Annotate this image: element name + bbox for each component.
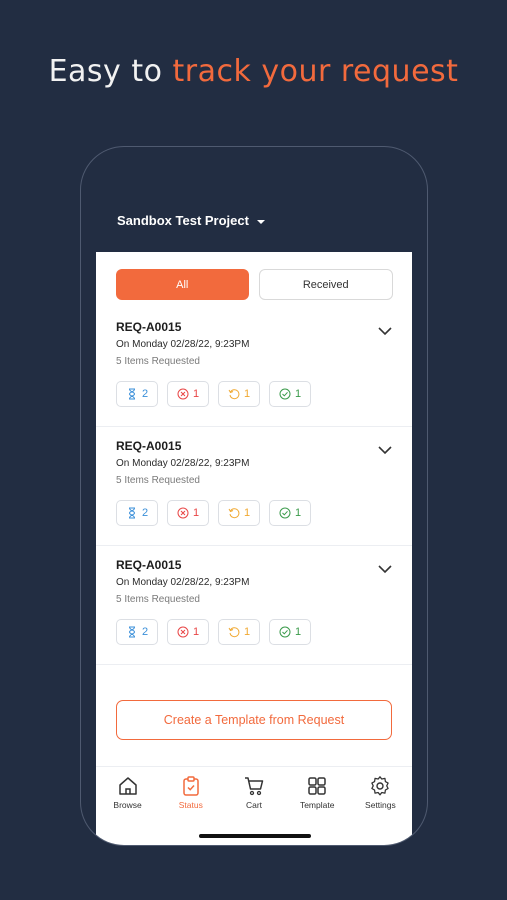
x-circle-icon xyxy=(177,388,189,400)
processing-count: 1 xyxy=(243,388,251,400)
create-template-button[interactable]: Create a Template from Request xyxy=(116,700,392,740)
grid-icon xyxy=(308,777,326,795)
completed-count: 1 xyxy=(294,626,302,638)
clipboard-check-icon xyxy=(183,776,199,796)
nav-item-template[interactable]: Template xyxy=(286,767,349,826)
refresh-icon xyxy=(228,389,240,400)
pending-count: 2 xyxy=(141,626,149,638)
request-card[interactable]: REQ-A0015 On Monday 02/28/22, 9:23PM 5 I… xyxy=(96,546,412,665)
chevron-down-icon[interactable] xyxy=(378,564,392,574)
request-items: 5 Items Requested xyxy=(116,356,200,367)
check-circle-icon xyxy=(279,388,291,400)
pending-badge: 2 xyxy=(116,500,158,526)
request-id: REQ-A0015 xyxy=(116,558,182,572)
nav-item-status[interactable]: Status xyxy=(159,767,222,826)
tab-all[interactable]: All xyxy=(116,269,249,300)
nav-label: Browse xyxy=(113,800,142,810)
processing-badge: 1 xyxy=(218,381,260,407)
rejected-badge: 1 xyxy=(167,500,209,526)
request-items: 5 Items Requested xyxy=(116,475,200,486)
nav-item-browse[interactable]: Browse xyxy=(96,767,159,826)
hourglass-icon xyxy=(128,388,135,400)
nav-label: Template xyxy=(299,800,335,810)
headline-plain: Easy to xyxy=(48,54,173,89)
headline-accent: track your request xyxy=(172,54,459,89)
project-name: Sandbox Test Project xyxy=(117,213,249,228)
request-date: On Monday 02/28/22, 9:23PM xyxy=(116,339,250,350)
project-selector[interactable]: Sandbox Test Project xyxy=(117,213,265,228)
request-card[interactable]: REQ-A0015 On Monday 02/28/22, 9:23PM 5 I… xyxy=(96,427,412,546)
home-indicator[interactable] xyxy=(199,834,311,838)
nav-label: Status xyxy=(178,800,203,810)
phone-frame: Sandbox Test Project All Received REQ-A0… xyxy=(80,146,428,846)
status-badges: 2 1 1 1 xyxy=(116,381,311,407)
pending-count: 2 xyxy=(141,507,149,519)
chevron-down-icon[interactable] xyxy=(378,445,392,455)
rejected-badge: 1 xyxy=(167,381,209,407)
rejected-badge: 1 xyxy=(167,619,209,645)
completed-badge: 1 xyxy=(269,619,311,645)
gear-icon xyxy=(371,776,390,796)
request-date: On Monday 02/28/22, 9:23PM xyxy=(116,577,250,588)
refresh-icon xyxy=(228,627,240,638)
pending-badge: 2 xyxy=(116,619,158,645)
home-icon xyxy=(118,777,137,795)
bottom-nav: Browse Status Cart Template Settings xyxy=(96,766,412,826)
processing-count: 1 xyxy=(243,626,251,638)
completed-count: 1 xyxy=(294,507,302,519)
processing-badge: 1 xyxy=(218,500,260,526)
x-circle-icon xyxy=(177,626,189,638)
pending-count: 2 xyxy=(141,388,149,400)
app-screen: All Received REQ-A0015 On Monday 02/28/2… xyxy=(96,252,412,845)
completed-badge: 1 xyxy=(269,381,311,407)
filter-tabs: All Received xyxy=(116,269,393,300)
headline: Easy to track your request xyxy=(0,54,507,89)
rejected-count: 1 xyxy=(192,626,200,638)
rejected-count: 1 xyxy=(192,388,200,400)
request-card[interactable]: REQ-A0015 On Monday 02/28/22, 9:23PM 5 I… xyxy=(96,308,412,427)
check-circle-icon xyxy=(279,507,291,519)
nav-label: Settings xyxy=(365,800,396,810)
cart-icon xyxy=(245,777,264,796)
completed-count: 1 xyxy=(294,388,302,400)
caret-down-icon xyxy=(256,219,265,224)
refresh-icon xyxy=(228,508,240,519)
chevron-down-icon[interactable] xyxy=(378,326,392,336)
completed-badge: 1 xyxy=(269,500,311,526)
hourglass-icon xyxy=(128,626,135,638)
request-id: REQ-A0015 xyxy=(116,320,182,334)
rejected-count: 1 xyxy=(192,507,200,519)
processing-badge: 1 xyxy=(218,619,260,645)
nav-item-cart[interactable]: Cart xyxy=(222,767,285,826)
processing-count: 1 xyxy=(243,507,251,519)
check-circle-icon xyxy=(279,626,291,638)
request-items: 5 Items Requested xyxy=(116,594,200,605)
nav-item-settings[interactable]: Settings xyxy=(349,767,412,826)
tab-received[interactable]: Received xyxy=(258,269,393,300)
hourglass-icon xyxy=(128,507,135,519)
request-id: REQ-A0015 xyxy=(116,439,182,453)
x-circle-icon xyxy=(177,507,189,519)
request-date: On Monday 02/28/22, 9:23PM xyxy=(116,458,250,469)
nav-label: Cart xyxy=(245,800,263,810)
pending-badge: 2 xyxy=(116,381,158,407)
status-badges: 2 1 1 1 xyxy=(116,500,311,526)
status-badges: 2 1 1 1 xyxy=(116,619,311,645)
